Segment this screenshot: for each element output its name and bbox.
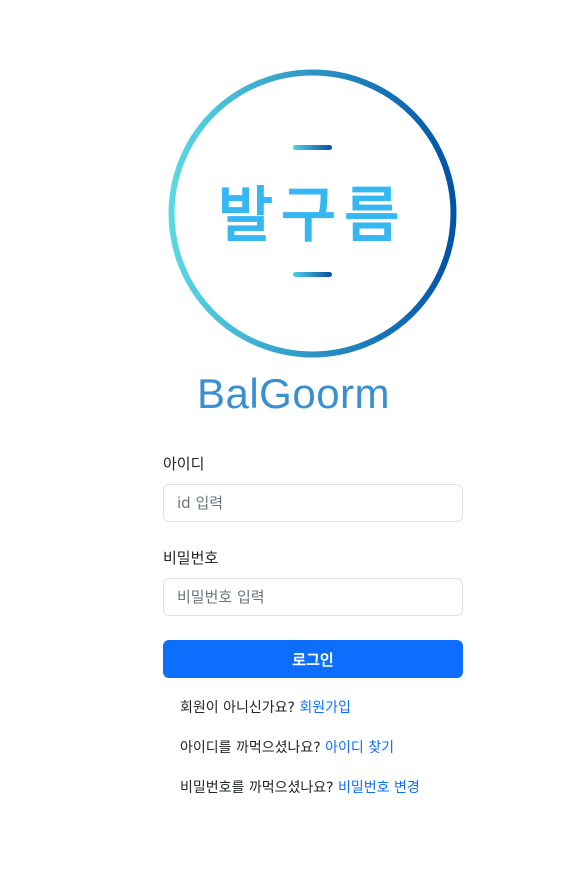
reset-password-row: 비밀번호를 까먹으셨나요? 비밀번호 변경 bbox=[180, 777, 540, 797]
find-id-row: 아이디를 까먹으셨나요? 아이디 찾기 bbox=[180, 737, 540, 757]
signup-prompt: 회원이 아니신가요? bbox=[180, 700, 295, 716]
logo-top-bar bbox=[293, 145, 332, 150]
login-button[interactable]: 로그인 bbox=[163, 640, 463, 678]
signup-link[interactable]: 회원가입 bbox=[299, 700, 351, 716]
balgoorm-logo: 발구름 bbox=[168, 69, 457, 358]
password-input[interactable] bbox=[163, 578, 463, 616]
id-label: 아이디 bbox=[163, 455, 205, 473]
brand-title: BalGoorm bbox=[196, 370, 391, 417]
reset-password-prompt: 비밀번호를 까먹으셨나요? bbox=[180, 780, 334, 796]
find-id-link[interactable]: 아이디 찾기 bbox=[325, 740, 394, 756]
logo-korean-text: 발구름 bbox=[218, 181, 408, 251]
signup-row: 회원이 아니신가요? 회원가입 bbox=[180, 697, 540, 717]
find-id-prompt: 아이디를 까먹으셨나요? bbox=[180, 740, 321, 756]
password-label: 비밀번호 bbox=[163, 549, 219, 567]
login-form: 아이디 비밀번호 로그인 bbox=[163, 452, 463, 678]
reset-password-link[interactable]: 비밀번호 변경 bbox=[338, 780, 420, 796]
id-input[interactable] bbox=[163, 484, 463, 522]
logo-bottom-bar bbox=[293, 272, 332, 277]
